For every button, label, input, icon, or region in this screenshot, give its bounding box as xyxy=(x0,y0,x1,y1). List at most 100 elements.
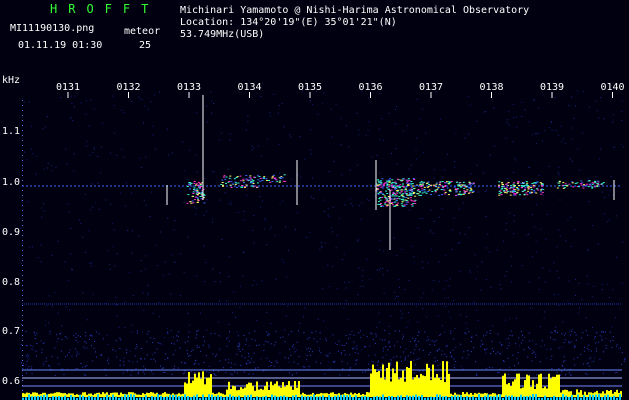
noise-dot xyxy=(492,367,494,369)
echo-point xyxy=(379,180,382,182)
power-bar xyxy=(406,367,408,397)
noise-dot xyxy=(100,355,102,356)
noise-dot xyxy=(213,370,215,372)
noise-dot xyxy=(331,136,333,138)
noise-dot xyxy=(518,337,520,339)
noise-dot xyxy=(410,351,412,353)
noise-dot xyxy=(551,129,553,131)
noise-dot xyxy=(558,294,560,296)
noise-dot xyxy=(538,107,540,109)
noise-dot xyxy=(311,104,313,106)
noise-dot xyxy=(190,371,192,373)
echo-point xyxy=(539,182,542,184)
echo-point xyxy=(522,182,525,183)
power-base xyxy=(442,396,444,400)
noise-dot xyxy=(574,295,576,296)
noise-dot xyxy=(196,112,198,114)
power-bar xyxy=(388,362,390,397)
noise-dot xyxy=(152,354,154,355)
noise-dot xyxy=(568,372,570,374)
noise-dot xyxy=(21,262,22,264)
echo-point xyxy=(530,189,533,190)
noise-dot xyxy=(486,189,488,191)
power-base xyxy=(487,394,489,400)
noise-dot xyxy=(319,332,321,334)
echo-point xyxy=(417,189,420,191)
noise-dot xyxy=(601,340,603,342)
noise-dot xyxy=(407,311,409,313)
noise-dot xyxy=(495,353,497,355)
noise-dot xyxy=(310,331,312,333)
noise-dot xyxy=(485,247,487,249)
noise-dot xyxy=(212,218,214,220)
power-base xyxy=(79,394,81,400)
echo-point xyxy=(506,185,509,187)
echo-point xyxy=(572,186,575,188)
noise-dot xyxy=(112,349,114,351)
echo-point xyxy=(455,181,458,183)
echo-point xyxy=(449,190,452,192)
echo-point xyxy=(230,181,233,183)
noise-dot xyxy=(452,229,453,231)
echo-point xyxy=(517,189,520,191)
echo-point xyxy=(221,182,224,183)
noise-dot xyxy=(188,336,189,338)
noise-dot xyxy=(553,262,555,264)
noise-dot xyxy=(23,101,25,103)
noise-dot xyxy=(234,363,236,365)
echo-point xyxy=(252,183,255,184)
noise-dot xyxy=(181,361,182,363)
echo-point xyxy=(526,185,529,186)
echo-point xyxy=(196,188,199,190)
echo-point xyxy=(512,183,515,185)
noise-dot xyxy=(485,334,487,336)
noise-dot xyxy=(521,265,523,267)
noise-dot xyxy=(533,100,535,102)
echo-point xyxy=(462,193,465,195)
echo-point xyxy=(515,193,518,195)
noise-dot xyxy=(336,344,338,345)
noise-dot xyxy=(378,321,380,323)
noise-dot xyxy=(70,227,72,229)
echo-point xyxy=(436,182,439,184)
noise-dot xyxy=(121,148,123,150)
noise-dot xyxy=(568,341,569,343)
noise-dot xyxy=(521,101,523,103)
noise-dot xyxy=(71,117,72,118)
noise-dot xyxy=(143,199,145,201)
noise-dot xyxy=(123,357,125,359)
power-bar xyxy=(544,386,546,397)
noise-dot xyxy=(31,246,33,248)
echo-point xyxy=(242,178,245,180)
noise-dot xyxy=(303,316,305,318)
noise-dot xyxy=(195,213,197,215)
noise-dot xyxy=(75,339,77,341)
power-bar xyxy=(424,376,426,397)
echo-point xyxy=(245,184,248,186)
noise-dot xyxy=(306,237,308,239)
noise-dot xyxy=(484,191,486,192)
noise-dot xyxy=(406,326,408,328)
noise-dot xyxy=(349,334,351,335)
noise-dot xyxy=(214,374,216,376)
noise-dot xyxy=(311,332,313,334)
noise-dot xyxy=(136,343,138,345)
noise-dot xyxy=(468,227,470,228)
echo-point xyxy=(384,197,387,199)
power-base xyxy=(232,395,234,400)
noise-dot xyxy=(73,170,75,172)
echo-point xyxy=(535,188,538,190)
noise-dot xyxy=(354,351,356,353)
echo-point xyxy=(591,182,594,184)
noise-dot xyxy=(415,338,417,340)
noise-dot xyxy=(367,97,369,99)
power-bar xyxy=(352,394,354,397)
noise-dot xyxy=(441,207,443,209)
echo-point xyxy=(199,188,201,190)
power-bar xyxy=(138,394,140,397)
noise-dot xyxy=(614,146,616,148)
noise-dot xyxy=(290,354,292,356)
noise-dot xyxy=(418,358,420,360)
noise-dot xyxy=(535,251,537,253)
echo-point xyxy=(458,182,461,184)
